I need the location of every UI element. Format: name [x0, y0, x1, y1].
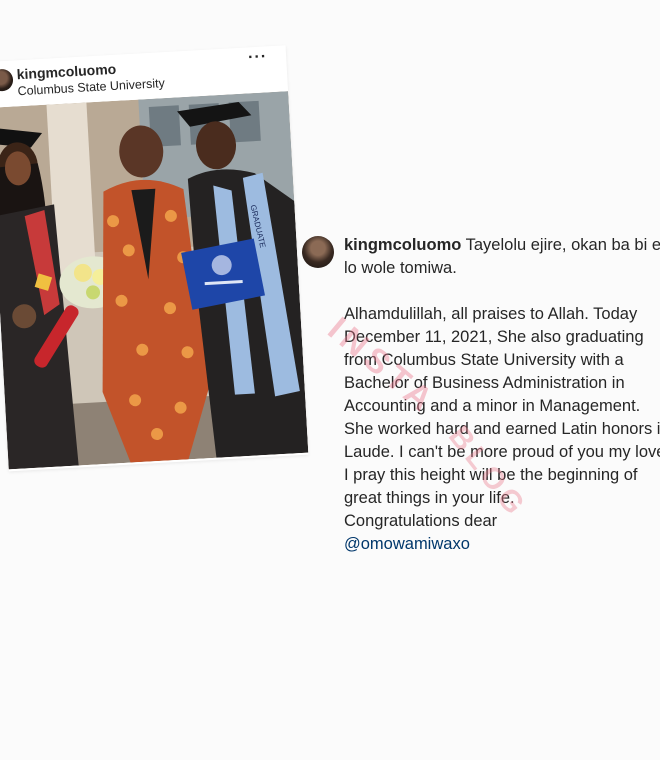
caption-username[interactable]: kingmcoluomo	[344, 236, 461, 254]
caption-avatar[interactable]	[302, 236, 334, 268]
post-photo[interactable]: GRADUATE	[0, 91, 309, 470]
avatar[interactable]	[0, 68, 14, 92]
caption-mention-link[interactable]: @omowamiwaxo	[344, 535, 470, 553]
instagram-post: kingmcoluomo Columbus State University ·…	[0, 45, 309, 472]
graduation-photo-illustration: GRADUATE	[0, 91, 309, 470]
more-options-icon[interactable]: ···	[248, 48, 268, 67]
